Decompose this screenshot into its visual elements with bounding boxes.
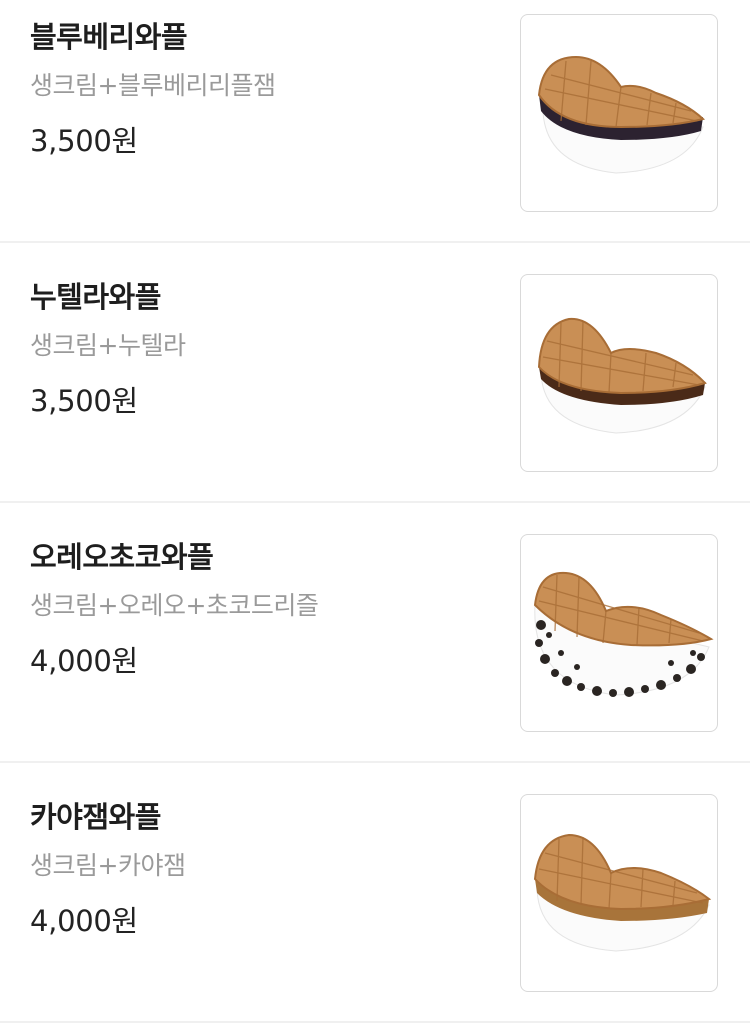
item-description: 생크림+카야잼 xyxy=(30,851,186,880)
waffle-image-oreo xyxy=(533,571,714,697)
item-price: 4,000원 xyxy=(30,644,138,678)
menu-item-blueberry-waffle[interactable]: 블루베리와플 생크림+블루베리리플잼 3,500원 xyxy=(0,0,750,243)
waffle-image-kaya xyxy=(533,833,712,952)
item-image[interactable] xyxy=(520,14,718,212)
waffle-image-nutella xyxy=(537,317,707,434)
item-price: 3,500원 xyxy=(30,384,138,418)
item-name: 누텔라와플 xyxy=(30,280,161,314)
item-name: 블루베리와플 xyxy=(30,20,188,54)
waffle-image-blueberry xyxy=(537,55,706,174)
item-description: 생크림+블루베리리플잼 xyxy=(30,71,276,100)
menu-item-kaya-jam-waffle[interactable]: 카야잼와플 생크림+카야잼 4,000원 xyxy=(0,765,750,1023)
item-price: 3,500원 xyxy=(30,124,138,158)
menu-item-nutella-waffle[interactable]: 누텔라와플 생크림+누텔라 3,500원 xyxy=(0,245,750,503)
item-image[interactable] xyxy=(520,274,718,472)
item-name: 카야잼와플 xyxy=(30,800,161,834)
item-description: 생크림+누텔라 xyxy=(30,331,186,360)
item-image[interactable] xyxy=(520,794,718,992)
item-image[interactable] xyxy=(520,534,718,732)
item-name: 오레오초코와플 xyxy=(30,540,214,574)
item-description: 생크림+오레오+초코드리즐 xyxy=(30,591,319,620)
item-price: 4,000원 xyxy=(30,904,138,938)
menu-item-oreo-choco-waffle[interactable]: 오레오초코와플 생크림+오레오+초코드리즐 4,000원 xyxy=(0,505,750,763)
